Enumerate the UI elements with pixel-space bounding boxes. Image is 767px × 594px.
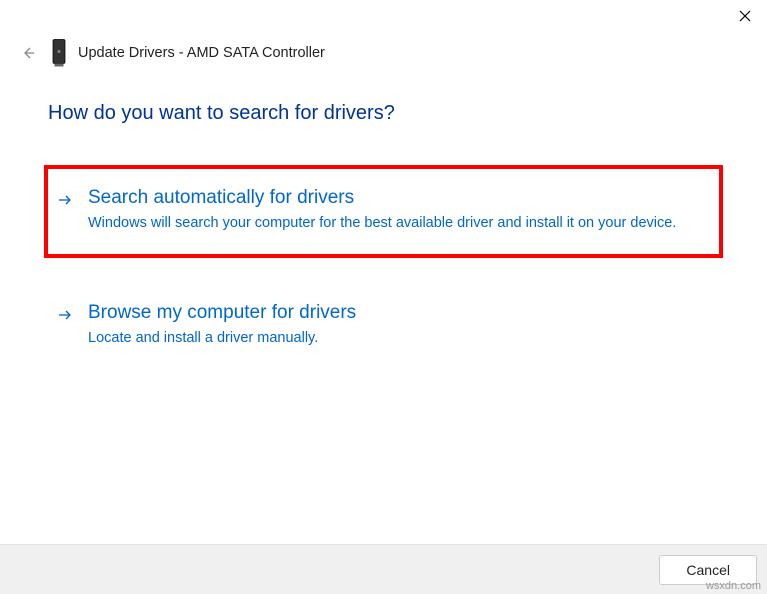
close-icon bbox=[739, 10, 751, 22]
option-title: Search automatically for drivers bbox=[88, 187, 705, 209]
device-icon bbox=[50, 42, 68, 64]
dialog-window: Update Drivers - AMD SATA Controller How… bbox=[0, 0, 767, 594]
option-search-automatically[interactable]: Search automatically for drivers Windows… bbox=[44, 165, 723, 258]
option-text-block: Browse my computer for drivers Locate an… bbox=[88, 302, 705, 349]
titlebar bbox=[0, 0, 767, 32]
option-browse-computer[interactable]: Browse my computer for drivers Locate an… bbox=[48, 284, 719, 369]
arrow-right-icon bbox=[58, 308, 72, 322]
window-title: Update Drivers - AMD SATA Controller bbox=[78, 45, 325, 61]
dialog-footer: Cancel bbox=[0, 544, 767, 594]
option-text-block: Search automatically for drivers Windows… bbox=[88, 187, 705, 234]
arrow-right-icon bbox=[58, 193, 72, 207]
watermark: wsxdn.com bbox=[706, 580, 761, 592]
close-button[interactable] bbox=[737, 8, 753, 24]
option-title: Browse my computer for drivers bbox=[88, 302, 705, 324]
content-area: How do you want to search for drivers? S… bbox=[0, 74, 767, 544]
back-arrow-icon bbox=[21, 46, 35, 60]
option-description: Locate and install a driver manually. bbox=[88, 328, 705, 349]
header-row: Update Drivers - AMD SATA Controller bbox=[0, 32, 767, 74]
page-question: How do you want to search for drivers? bbox=[48, 102, 719, 125]
option-description: Windows will search your computer for th… bbox=[88, 213, 705, 234]
back-button[interactable] bbox=[20, 45, 36, 61]
